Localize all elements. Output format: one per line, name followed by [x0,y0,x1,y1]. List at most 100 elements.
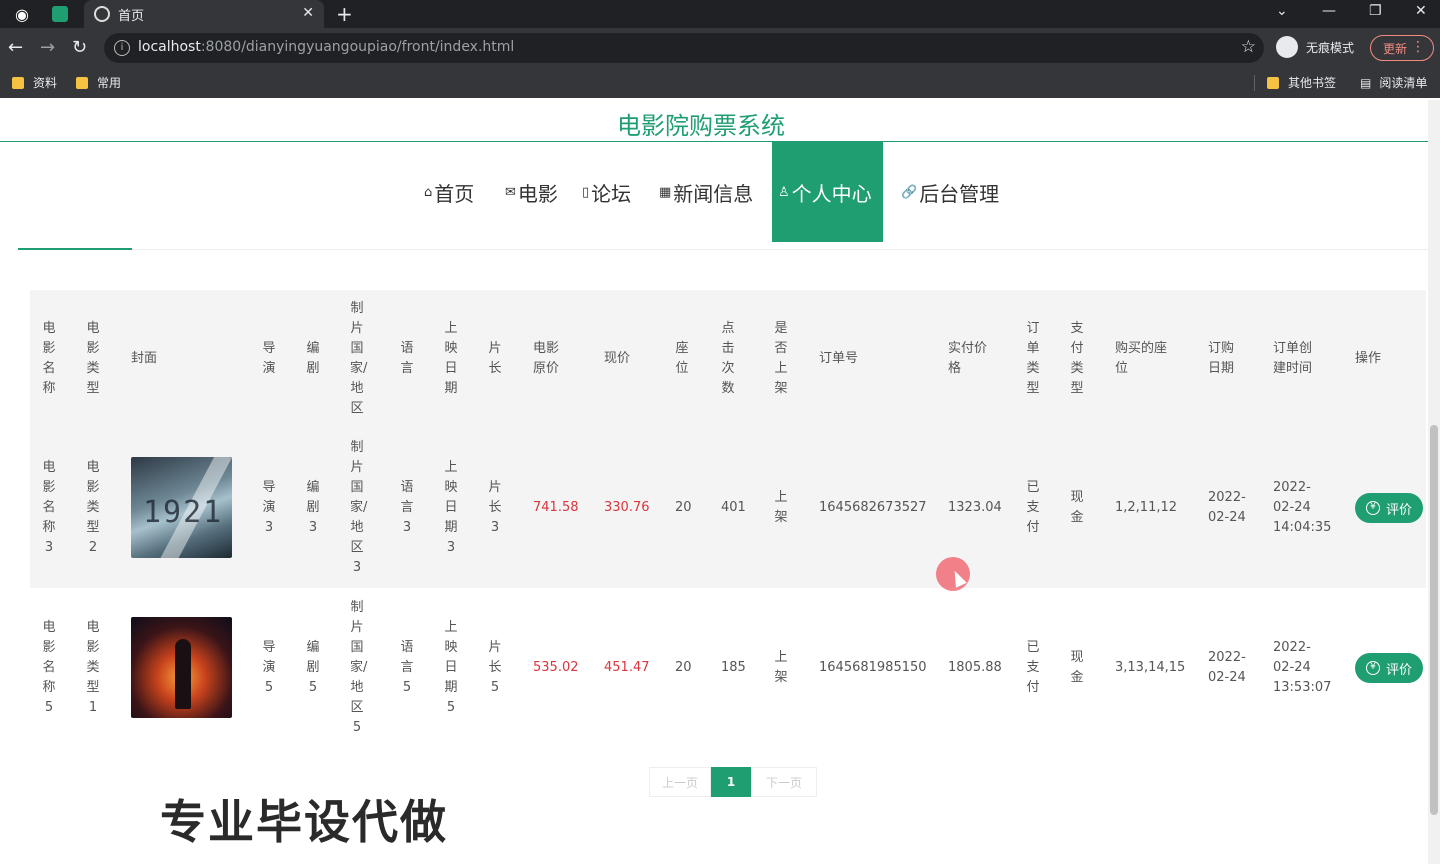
col-header: 语言 [400,341,414,376]
url-path: :8080/dianyingyuangoupiao/front/index.ht… [200,39,515,55]
col-header: 电影原价 [533,341,560,376]
reading-list[interactable]: ▤ 阅读清单 [1360,74,1427,91]
yen-icon: ¥ [1365,501,1380,515]
url-field[interactable]: i localhost:8080/dianyingyuangoupiao/fro… [104,33,1264,63]
bookmark-label: 阅读清单 [1379,76,1428,90]
col-header: 订单创建时间 [1273,341,1313,376]
shelf-status: 上架 [774,490,788,525]
bookmark-label: 其他书签 [1288,76,1337,90]
folder-icon [12,76,24,89]
seat-count: 20 [675,500,692,515]
bookmark-star-icon[interactable]: ☆ [1241,37,1256,57]
bookmark-folder-ziliao[interactable]: 资料 [12,74,57,91]
close-tab-icon[interactable]: ✕ [302,5,314,21]
order-date: 2022-02-24 [1208,490,1246,525]
tab-search-icon[interactable]: ⌄ [1276,3,1288,19]
close-window-button[interactable]: ✕ [1415,3,1427,19]
col-header: 点击次数 [721,321,735,396]
scrollbar-thumb[interactable] [1430,425,1438,815]
writer: 编剧5 [306,640,320,695]
seats-bought: 3,13,14,15 [1115,660,1186,675]
director: 导演3 [262,480,276,535]
language: 语言5 [400,640,414,695]
col-header: 电影类型 [86,321,100,396]
nav-personal-center[interactable]: ♙ 个人中心 [772,142,883,242]
back-button[interactable]: ← [8,37,23,58]
table-header: 电影名称 电影类型 封面 导演 编剧 制片国家/地区 语言 上映日期 片长 电影… [30,290,1426,428]
next-page-button[interactable]: 下一页 [751,767,817,797]
paid-amount: 1805.88 [948,660,1002,675]
browser-tab-bar: ◉ 首页 ✕ + ⌄ — ❐ ✕ [0,0,1440,28]
forward-button[interactable]: → [40,37,55,58]
nav-label: 个人中心 [791,181,872,206]
site-info-icon[interactable]: i [114,40,130,56]
col-header: 制片国家/地区 [350,301,368,416]
col-header: 购买的座位 [1115,341,1168,376]
section-divider [132,249,1428,250]
col-header: 订购日期 [1208,341,1235,376]
current-price: 451.47 [604,660,650,675]
nav-forum[interactable]: ▯ 论坛 [582,142,631,242]
current-price: 330.76 [604,500,650,515]
watermark-text: 专业毕设代做 [160,795,448,849]
minimize-button[interactable]: — [1322,3,1336,19]
nav-admin[interactable]: 🔗 后台管理 [901,142,999,242]
globe-icon [94,6,110,22]
movie-name: 电影名称3 [42,460,56,555]
evaluate-button[interactable]: ¥ 评价 [1355,653,1423,683]
col-header: 实付价格 [948,341,988,376]
reload-button[interactable]: ↻ [72,37,87,58]
nav-movie[interactable]: ✉ 电影 [505,142,558,242]
tablet-icon: ▯ [582,184,590,200]
incognito-icon [1276,36,1298,58]
current-page-button[interactable]: 1 [711,767,751,797]
reading-list-icon: ▤ [1360,75,1372,90]
order-number: 1645682673527 [819,500,927,515]
incognito-indicator[interactable]: 无痕模式 [1276,36,1354,58]
movie-cover: 1921 [131,457,232,558]
restore-button[interactable]: ❐ [1369,3,1382,19]
duration: 片长5 [488,640,502,695]
tab-title: 首页 [118,8,145,24]
home-icon: ⌂ [424,184,433,200]
app-icon[interactable] [52,6,68,22]
link-icon: 🔗 [901,184,918,200]
evaluate-label: 评价 [1385,662,1412,678]
movie-type: 电影类型2 [86,460,100,555]
browser-tab[interactable]: 首页 ✕ [84,0,324,28]
nav-label: 首页 [434,181,475,206]
created-time: 2022-02-24 13:53:07 [1273,640,1332,695]
order-number: 1645681985150 [819,660,927,675]
pagination: 上一页 1 下一页 [649,767,817,797]
original-price: 535.02 [533,660,579,675]
bookmark-folder-changyong[interactable]: 常用 [76,74,121,91]
movie-cover [131,617,232,718]
nav-news[interactable]: ▦ 新闻信息 [659,142,753,242]
section-underline [18,248,132,250]
bookmarks-divider [1254,75,1255,91]
nav-home[interactable]: ⌂ 首页 [424,142,474,242]
col-header: 座位 [675,341,689,376]
director: 导演5 [262,640,276,695]
scrollbar[interactable] [1428,100,1440,864]
col-header: 片长 [488,341,502,376]
folder-icon [76,76,88,89]
col-header: 导演 [262,341,276,376]
other-bookmarks[interactable]: 其他书签 [1267,74,1336,91]
prev-page-button[interactable]: 上一页 [649,767,711,797]
incognito-label: 无痕模式 [1306,40,1355,55]
evaluate-button[interactable]: ¥ 评价 [1355,493,1423,523]
new-tab-button[interactable]: + [336,2,353,26]
col-header: 编剧 [306,341,320,376]
col-header: 封面 [131,351,158,366]
user-icon: ♙ [778,184,790,200]
bookmark-label: 常用 [97,76,122,90]
country: 制片国家/地区5 [350,600,368,735]
movie-name: 电影名称5 [42,620,56,715]
update-button[interactable]: 更新 ⋮ [1370,35,1434,61]
release-date: 上映日期5 [444,620,458,715]
yen-icon: ¥ [1365,661,1380,675]
country: 制片国家/地区3 [350,440,368,575]
col-header: 操作 [1355,351,1382,366]
gift-icon: ▦ [659,184,672,200]
